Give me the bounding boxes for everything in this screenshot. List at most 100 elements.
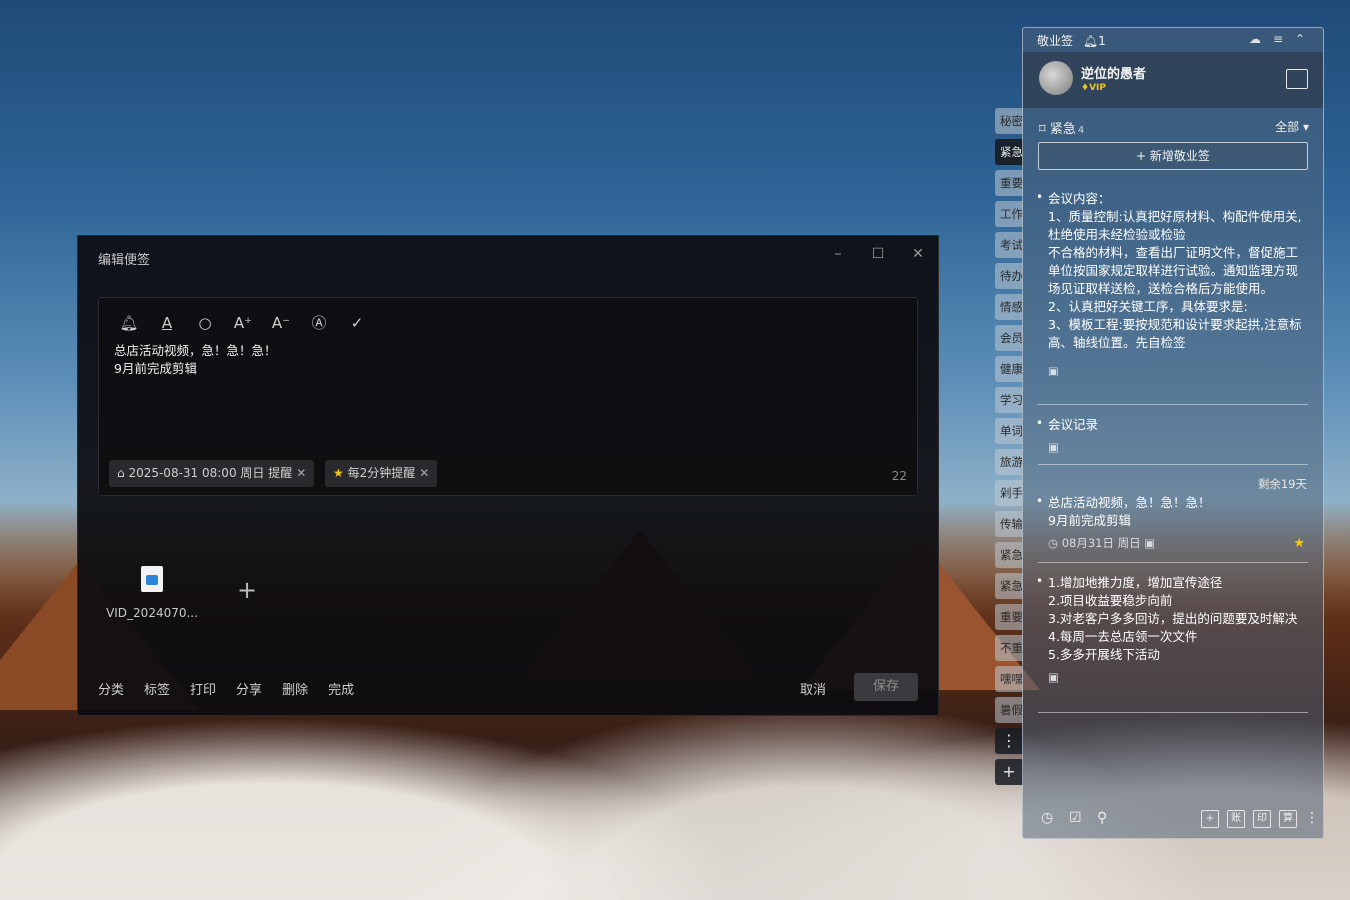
divider bbox=[1038, 464, 1308, 465]
tag-action[interactable]: 标签 bbox=[144, 679, 170, 698]
tab-secret[interactable]: 秘密 bbox=[995, 108, 1023, 134]
tab-urgent[interactable]: 紧急 bbox=[995, 139, 1023, 165]
note-line: 1、质量控制:认真把好原材料、构配件使用关,杜绝使用未经检验或检验 bbox=[1048, 209, 1302, 242]
tab-study[interactable]: 学习 bbox=[995, 387, 1023, 413]
editor-actions: 分类 标签 打印 分享 删除 完成 bbox=[98, 679, 354, 698]
vip-badge: ♦VIP bbox=[1081, 83, 1106, 93]
remove-repeat-icon[interactable]: ✕ bbox=[419, 466, 429, 480]
bell-icon[interactable]: 🔔︎ bbox=[1083, 34, 1098, 48]
search-icon[interactable]: ⚲ bbox=[1097, 810, 1107, 826]
print-action[interactable]: 打印 bbox=[190, 679, 216, 698]
list-item[interactable]: • 总店活动视频，急！急！急！ 9月前完成剪辑 ◷ 08月31日 周日 ▣ bbox=[1036, 494, 1308, 552]
remove-reminder-icon[interactable]: ✕ bbox=[296, 466, 306, 480]
add-icon[interactable]: + bbox=[1201, 810, 1219, 828]
delete-action[interactable]: 删除 bbox=[282, 679, 308, 698]
list-item[interactable]: • 1.增加地推力度，增加宣传途径 2.项目收益要稳步向前 3.对老客户多多回访… bbox=[1036, 574, 1308, 686]
search-icon[interactable]: ○ bbox=[193, 312, 217, 334]
save-button[interactable]: 保存 bbox=[854, 673, 918, 701]
check-icon[interactable]: ✓ bbox=[345, 312, 369, 334]
tab-travel[interactable]: 旅游 bbox=[995, 449, 1023, 475]
add-tab-icon[interactable]: + bbox=[995, 759, 1023, 785]
note-line: 9月前完成剪辑 bbox=[114, 361, 197, 376]
tab-work[interactable]: 工作 bbox=[995, 201, 1023, 227]
divider bbox=[1038, 712, 1308, 713]
tab-member[interactable]: 会员 bbox=[995, 325, 1023, 351]
ledger-button[interactable]: 账 bbox=[1227, 810, 1245, 828]
filter-dropdown[interactable]: 全部 ▾ bbox=[1275, 118, 1309, 135]
collapse-icon[interactable]: ⌃ bbox=[1295, 32, 1305, 46]
reminder-chip[interactable]: ⌂ 2025-08-31 08:00 周日 提醒 ✕ bbox=[109, 460, 315, 487]
lock-icon: ▣ bbox=[1048, 364, 1059, 376]
bookmark-icon: ⌑ bbox=[1039, 122, 1050, 137]
done-action[interactable]: 完成 bbox=[328, 679, 354, 698]
auto-format-icon[interactable]: Ⓐ bbox=[307, 312, 331, 334]
app-name: 敬业签 bbox=[1037, 34, 1074, 48]
add-attachment-icon[interactable]: + bbox=[237, 576, 257, 604]
attachment-item[interactable]: VID_2024070... bbox=[102, 566, 202, 620]
tab-words[interactable]: 单词 bbox=[995, 418, 1023, 444]
share-action[interactable]: 分享 bbox=[236, 679, 262, 698]
list-item[interactable]: • 会议内容： 1、质量控制:认真把好原材料、构配件使用关,杜绝使用未经检验或检… bbox=[1038, 190, 1308, 376]
note-line: 总店活动视频，急！急！急！ bbox=[1048, 495, 1211, 510]
note-editor[interactable]: 🔔︎ A ○ A⁺ A⁻ Ⓐ ✓ 总店活动视频，急！急！急！ 9月前完成剪辑 ⌂… bbox=[98, 297, 918, 496]
divider bbox=[1038, 404, 1308, 405]
star-icon[interactable]: ★ bbox=[1293, 536, 1305, 551]
lock-icon: ▣ bbox=[1048, 440, 1059, 454]
tab-emotion[interactable]: 情感 bbox=[995, 294, 1023, 320]
tab-shopping[interactable]: 剁手 bbox=[995, 480, 1023, 506]
new-note-button[interactable]: + 新增敬业签 bbox=[1038, 142, 1308, 170]
video-file-icon bbox=[141, 566, 163, 592]
note-line: 1.增加地推力度，增加宣传途径 bbox=[1048, 575, 1223, 590]
user-row: 逆位的愚者 ♦VIP bbox=[1023, 52, 1323, 108]
tab-transfer[interactable]: 传输 bbox=[995, 511, 1023, 537]
attachment-name: VID_2024070... bbox=[106, 606, 198, 620]
menu-icon[interactable]: ≡ bbox=[1273, 32, 1283, 46]
calendar-icon[interactable] bbox=[1286, 69, 1308, 89]
more-icon[interactable]: ⋮ bbox=[1305, 810, 1319, 826]
bell-icon[interactable]: 🔔︎ bbox=[117, 312, 141, 334]
text-color-icon[interactable]: A bbox=[155, 312, 179, 334]
tab-urgent-3[interactable]: 紧急 bbox=[995, 573, 1023, 599]
minimize-button[interactable]: – bbox=[828, 246, 848, 262]
clock-icon[interactable]: ◷ bbox=[1041, 810, 1053, 826]
note-line: 2.项目收益要稳步向前 bbox=[1048, 593, 1173, 608]
tab-hehe[interactable]: 嘿嘿 bbox=[995, 666, 1023, 692]
category-count: 4 bbox=[1077, 125, 1085, 136]
calculator-button[interactable]: 算 bbox=[1279, 810, 1297, 828]
category-action[interactable]: 分类 bbox=[98, 679, 124, 698]
divider bbox=[1038, 562, 1308, 563]
tab-health[interactable]: 健康 bbox=[995, 356, 1023, 382]
bell-icon: ⌂ bbox=[117, 466, 129, 480]
tab-todo[interactable]: 待办 bbox=[995, 263, 1023, 289]
tab-summer[interactable]: 暑假 bbox=[995, 697, 1023, 723]
cancel-button[interactable]: 取消 bbox=[800, 679, 826, 698]
tab-important-2[interactable]: 重要 bbox=[995, 604, 1023, 630]
tab-exam[interactable]: 考试 bbox=[995, 232, 1023, 258]
filter-label: 全部 bbox=[1275, 120, 1300, 134]
close-button[interactable]: ✕ bbox=[908, 246, 928, 262]
maximize-button[interactable]: ☐ bbox=[868, 246, 888, 262]
cloud-icon[interactable]: ☁ bbox=[1249, 32, 1261, 46]
star-icon: ★ bbox=[333, 466, 348, 480]
reminder-text: 2025-08-31 08:00 周日 提醒 bbox=[128, 466, 293, 480]
new-note-label: 新增敬业签 bbox=[1149, 149, 1210, 163]
plus-icon: + bbox=[1136, 149, 1150, 163]
list-item[interactable]: • 会议记录 ▣ bbox=[1036, 416, 1308, 456]
bullet-icon: • bbox=[1036, 494, 1044, 508]
repeat-chip[interactable]: ★ 每2分钟提醒 ✕ bbox=[325, 460, 438, 487]
notes-panel: 敬业签 🔔︎1 ☁ ≡ ⌃ 逆位的愚者 ♦VIP ⌑ 紧急 4 全部 ▾ + 新增… bbox=[1022, 27, 1324, 839]
font-decrease-icon[interactable]: A⁻ bbox=[269, 312, 293, 334]
note-content[interactable]: 总店活动视频，急！急！急！ 9月前完成剪辑 bbox=[114, 342, 277, 378]
font-increase-icon[interactable]: A⁺ bbox=[231, 312, 255, 334]
tab-urgent-2[interactable]: 紧急 bbox=[995, 542, 1023, 568]
note-line: 总店活动视频，急！急！急！ bbox=[114, 343, 277, 358]
print-button[interactable]: 印 bbox=[1253, 810, 1271, 828]
checkbox-icon[interactable]: ☑ bbox=[1069, 810, 1082, 826]
more-tabs-icon[interactable]: ⋮ bbox=[995, 728, 1023, 754]
bullet-icon: • bbox=[1038, 190, 1043, 206]
tab-not-important[interactable]: 不重 bbox=[995, 635, 1023, 661]
tab-important[interactable]: 重要 bbox=[995, 170, 1023, 196]
user-name: 逆位的愚者 bbox=[1081, 67, 1147, 82]
category-header: ⌑ 紧急 4 全部 ▾ bbox=[1039, 118, 1309, 137]
avatar[interactable] bbox=[1039, 61, 1073, 95]
